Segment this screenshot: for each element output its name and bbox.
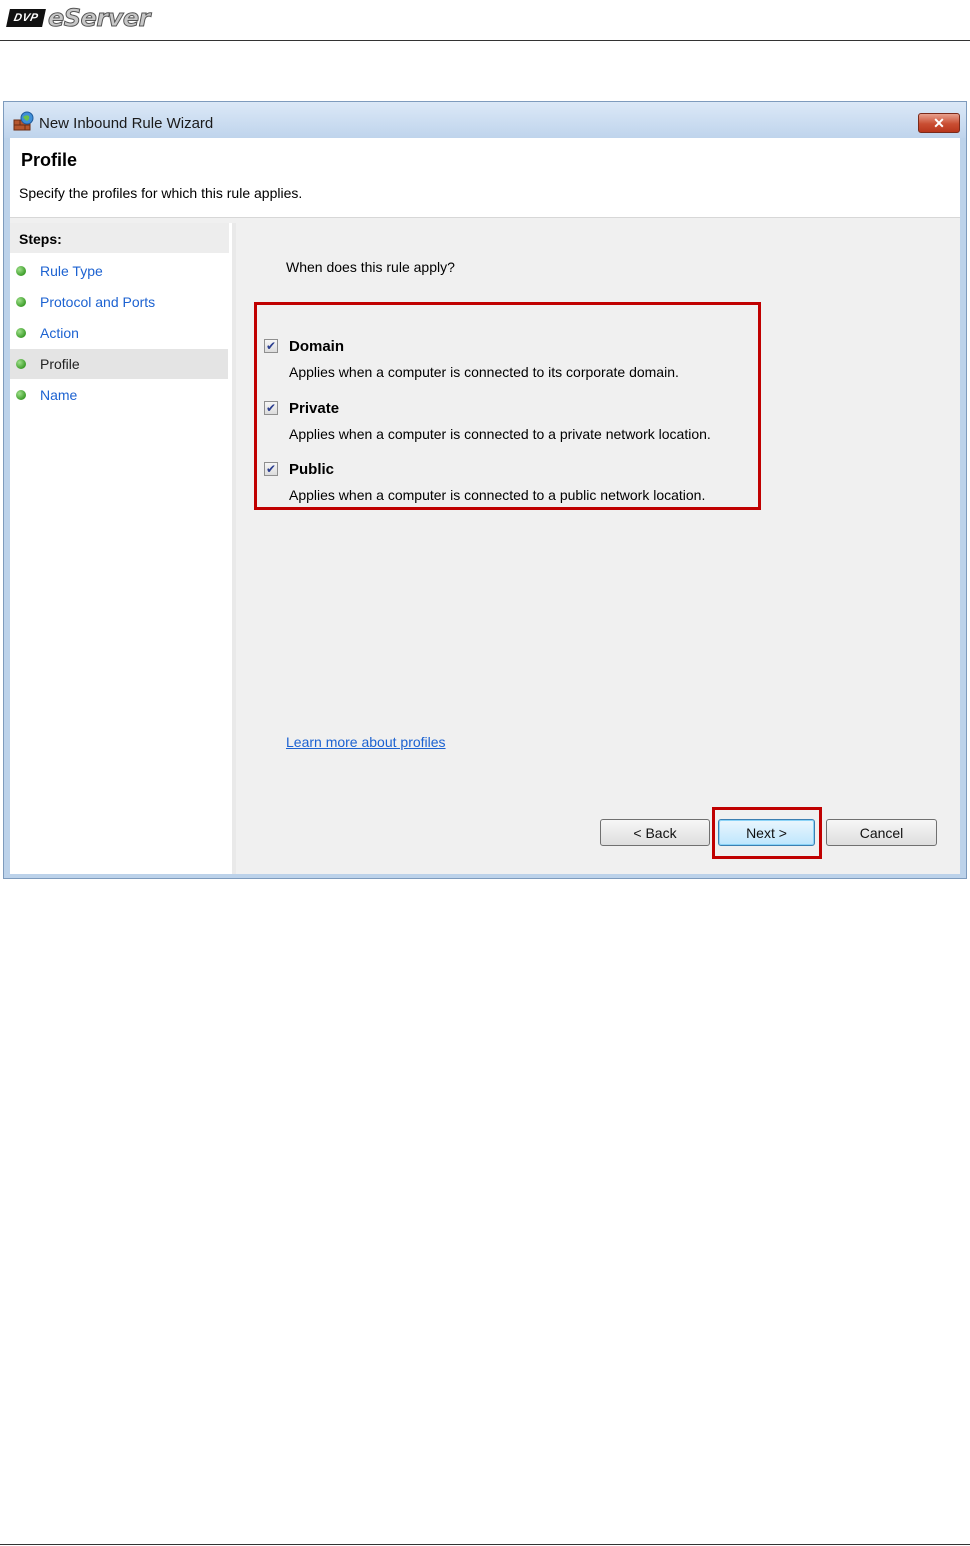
document-header: DVP eServer [0,0,970,41]
domain-description: Applies when a computer is connected to … [289,364,679,380]
check-icon: ✔ [265,401,277,415]
next-button[interactable]: Next > [718,819,815,846]
step-label: Action [40,325,79,341]
page-title: Profile [21,150,78,170]
check-icon: ✔ [265,339,277,353]
rule-apply-question: When does this rule apply? [286,259,455,275]
firewall-icon [13,111,34,131]
step-action[interactable]: Action [10,318,228,348]
dvp-logo-badge: DVP [6,9,46,27]
steps-panel: Steps: Rule Type Protocol and Ports Acti… [10,223,232,874]
step-protocol-and-ports[interactable]: Protocol and Ports [10,287,228,317]
step-label: Protocol and Ports [40,294,156,310]
step-status-icon [16,390,26,400]
wizard-content: When does this rule apply? ✔ Domain Appl… [236,223,960,874]
step-status-icon [16,297,26,307]
step-profile[interactable]: Profile [10,349,228,379]
private-checkbox[interactable]: ✔ [264,401,278,415]
step-status-icon [16,266,26,276]
public-label[interactable]: Public [289,461,334,478]
wizard-window: New Inbound Rule Wizard ✕ Profile Specif… [3,101,967,879]
step-status-icon [16,328,26,338]
window-titlebar[interactable]: New Inbound Rule Wizard ✕ [4,102,966,138]
private-label[interactable]: Private [289,400,339,417]
step-label: Rule Type [40,263,103,279]
wizard-header: Profile Specify the profiles for which t… [10,138,960,218]
document-footer-line [0,1544,970,1545]
step-status-icon [16,359,26,369]
wizard-client-area: Profile Specify the profiles for which t… [10,138,960,874]
domain-label[interactable]: Domain [289,338,344,355]
window-title: New Inbound Rule Wizard [39,115,214,132]
step-name[interactable]: Name [10,380,228,410]
private-description: Applies when a computer is connected to … [289,426,711,442]
steps-heading: Steps: [10,223,229,253]
domain-checkbox[interactable]: ✔ [264,339,278,353]
learn-more-profiles-link[interactable]: Learn more about profiles [286,734,446,750]
close-button[interactable]: ✕ [918,113,960,133]
public-description: Applies when a computer is connected to … [289,487,706,503]
public-checkbox[interactable]: ✔ [264,462,278,476]
cancel-button[interactable]: Cancel [826,819,937,846]
back-button[interactable]: < Back [600,819,710,846]
check-icon: ✔ [265,462,277,476]
close-icon: ✕ [933,114,945,131]
step-label: Profile [40,356,80,372]
step-label: Name [40,387,78,403]
eserver-logo: DVP eServer [6,4,151,33]
eserver-logo-text: eServer [48,4,151,33]
step-rule-type[interactable]: Rule Type [10,256,228,286]
page-subtitle: Specify the profiles for which this rule… [19,185,303,201]
